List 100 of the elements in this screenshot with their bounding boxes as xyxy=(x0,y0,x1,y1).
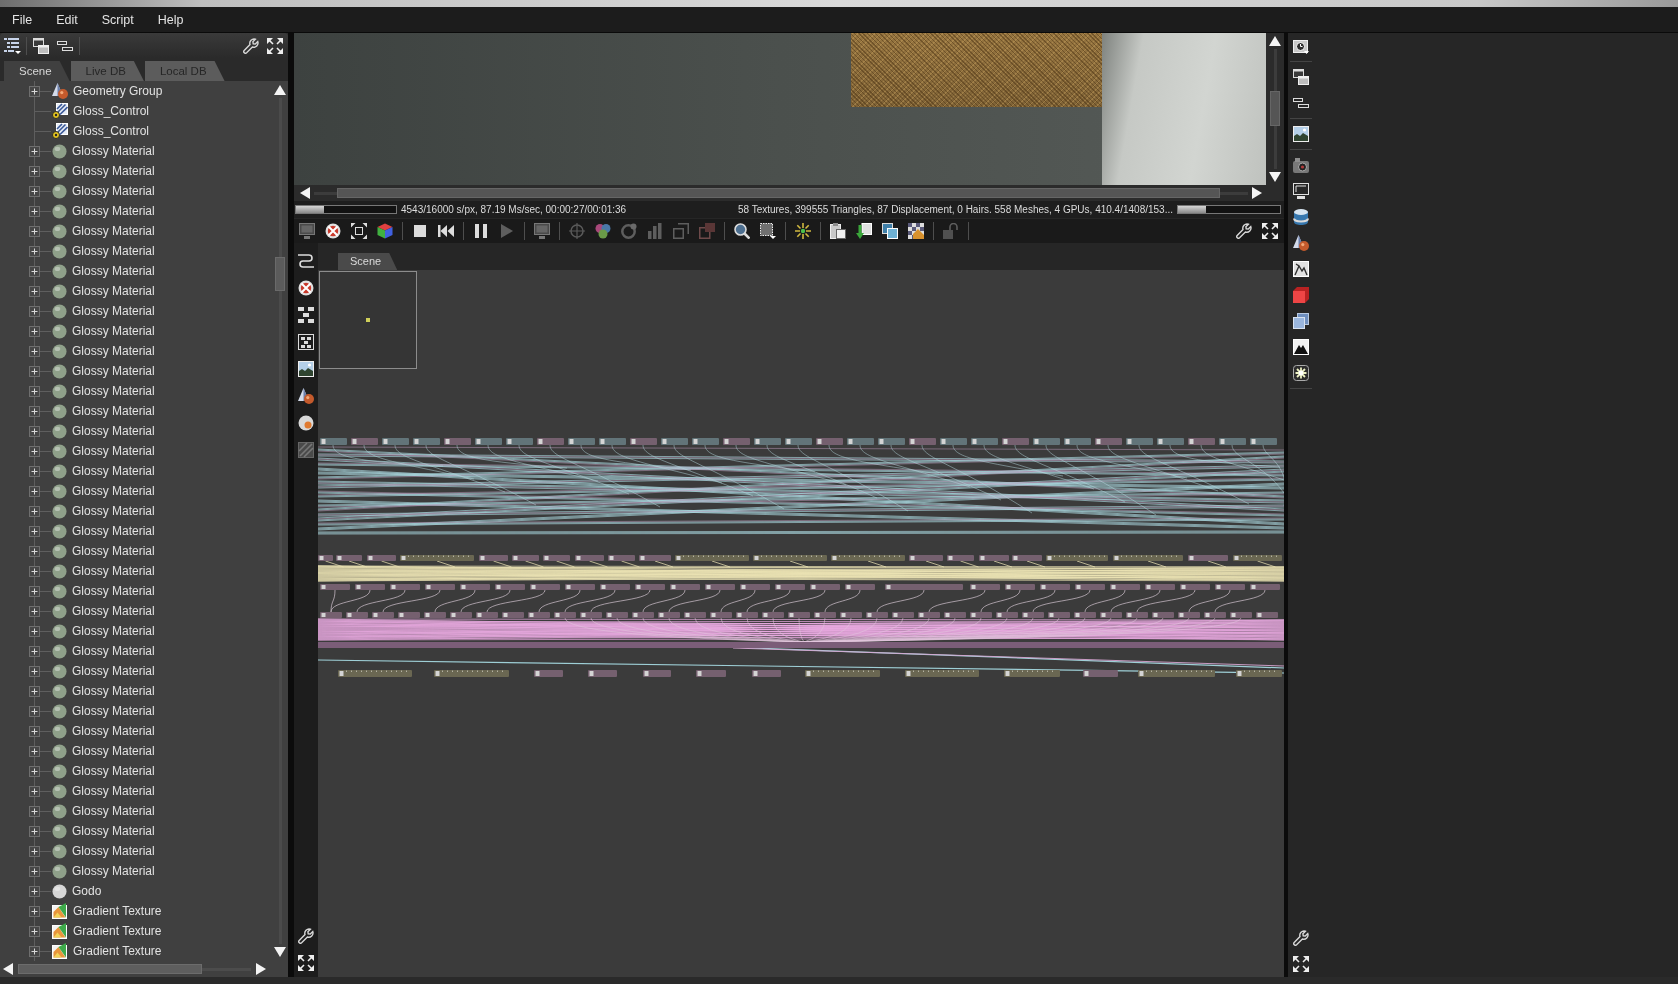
tree-item[interactable]: Glossy Material xyxy=(52,182,155,200)
wrench-icon[interactable] xyxy=(1236,223,1252,239)
tree-item[interactable]: Glossy Material xyxy=(52,562,155,580)
cone-sphere-icon[interactable] xyxy=(298,387,314,404)
expand-icon[interactable] xyxy=(29,385,40,397)
graph-node[interactable] xyxy=(1230,612,1252,618)
zigzag-square-icon[interactable] xyxy=(1293,261,1309,277)
scrollbar[interactable] xyxy=(294,185,1284,201)
graph-node[interactable] xyxy=(1022,612,1044,618)
mountain-picture-icon[interactable] xyxy=(1293,339,1309,355)
scroll-down-icon[interactable] xyxy=(274,947,286,957)
graph-node[interactable] xyxy=(885,584,963,590)
stacked-bars-icon[interactable] xyxy=(57,40,73,51)
graph-node[interactable] xyxy=(400,555,474,561)
graph-node[interactable] xyxy=(847,438,874,445)
graph-node[interactable] xyxy=(675,555,749,561)
menu-item[interactable]: Help xyxy=(145,10,196,29)
graph-node[interactable] xyxy=(947,555,974,561)
frame-square-icon[interactable] xyxy=(699,223,715,239)
graph-node[interactable] xyxy=(413,438,440,445)
tree-item[interactable]: Gradient Texture xyxy=(52,942,162,960)
nodes-icon[interactable] xyxy=(298,306,314,323)
expand-icon[interactable] xyxy=(29,185,40,197)
expand-icon[interactable] xyxy=(29,225,40,237)
scrollbar[interactable] xyxy=(0,961,288,977)
stacked-bars-icon[interactable] xyxy=(1293,98,1309,108)
tree-item[interactable]: Gradient Texture xyxy=(52,922,162,940)
graph-node[interactable] xyxy=(840,612,862,618)
tree-item[interactable]: Glossy Material xyxy=(52,402,155,420)
graph-node[interactable] xyxy=(346,612,368,618)
expand-icon[interactable] xyxy=(29,265,40,277)
tree-item[interactable]: Glossy Material xyxy=(52,442,155,460)
tree-item[interactable]: Glossy Material xyxy=(52,422,155,440)
graph-node[interactable] xyxy=(382,438,409,445)
expand-icon[interactable] xyxy=(29,605,40,617)
play-icon[interactable] xyxy=(501,224,513,238)
graph-node[interactable] xyxy=(1074,612,1096,618)
graph-node[interactable] xyxy=(1152,612,1174,618)
tree-item[interactable]: Glossy Material xyxy=(52,462,155,480)
graph-node[interactable] xyxy=(814,612,836,618)
ball-icon[interactable] xyxy=(298,414,314,431)
tree-item[interactable]: Geometry Group xyxy=(52,82,163,100)
graph-node[interactable] xyxy=(338,670,412,677)
scroll-left-icon[interactable] xyxy=(300,187,310,199)
graph-node[interactable] xyxy=(506,438,533,445)
scrollbar-thumb[interactable] xyxy=(337,188,1220,198)
graph-node[interactable] xyxy=(810,584,840,590)
graph-node[interactable] xyxy=(1110,584,1140,590)
graph-node[interactable] xyxy=(845,584,875,590)
scrollbar-thumb[interactable] xyxy=(275,257,285,291)
graph-node[interactable] xyxy=(866,612,888,618)
expand-icon[interactable] xyxy=(29,745,40,757)
tree-item[interactable]: Glossy Material xyxy=(52,662,155,680)
graph-node[interactable] xyxy=(1040,584,1070,590)
cube-icon[interactable] xyxy=(377,223,393,239)
padlock-icon[interactable] xyxy=(943,223,959,239)
tree-item[interactable]: Glossy Material xyxy=(52,382,155,400)
skip-back-icon[interactable] xyxy=(438,225,454,237)
graph-node[interactable] xyxy=(320,438,347,445)
magnifier-icon[interactable] xyxy=(734,223,750,239)
graph-node[interactable] xyxy=(643,670,671,677)
graph-node[interactable] xyxy=(450,612,472,618)
landscape-picture-icon[interactable] xyxy=(298,360,314,377)
document-arrow-icon[interactable] xyxy=(856,223,872,239)
graph-node[interactable] xyxy=(476,612,498,618)
graph-node[interactable] xyxy=(502,612,524,618)
expand-icon[interactable] xyxy=(29,445,40,457)
tree-item[interactable]: Glossy Material xyxy=(52,642,155,660)
camera-icon[interactable] xyxy=(1293,157,1309,173)
expand-icon[interactable] xyxy=(29,685,40,697)
scrollbar-thumb[interactable] xyxy=(1270,91,1280,126)
graph-node[interactable] xyxy=(554,612,576,618)
pause-icon[interactable] xyxy=(475,224,487,238)
graph-node[interactable] xyxy=(970,584,1000,590)
cone-sphere-icon[interactable] xyxy=(1293,235,1309,251)
expand-icon[interactable] xyxy=(29,905,40,917)
graph-node[interactable] xyxy=(762,612,784,618)
graph-node[interactable] xyxy=(1233,555,1282,561)
fullscreen-icon[interactable] xyxy=(267,37,283,54)
expand-icon[interactable] xyxy=(29,645,40,657)
graph-node[interactable] xyxy=(670,584,700,590)
tree-item[interactable]: Glossy Material xyxy=(52,502,155,520)
wrench-icon[interactable] xyxy=(243,37,259,54)
graph-node[interactable] xyxy=(692,438,719,445)
graph-node[interactable] xyxy=(1064,438,1091,445)
graph-node[interactable] xyxy=(588,670,617,677)
expand-icon[interactable] xyxy=(29,285,40,297)
starburst-icon[interactable] xyxy=(1293,365,1309,381)
graph-node[interactable] xyxy=(753,555,827,561)
graph-node[interactable] xyxy=(909,555,943,561)
graph-node[interactable] xyxy=(816,438,843,445)
windows-icon[interactable] xyxy=(33,37,49,54)
graph-node[interactable] xyxy=(1204,612,1226,618)
graph-node[interactable] xyxy=(1004,670,1060,677)
expand-icon[interactable] xyxy=(29,365,40,377)
graph-node[interactable] xyxy=(971,438,998,445)
graph-node[interactable] xyxy=(1250,584,1280,590)
graph-node[interactable] xyxy=(1188,438,1215,445)
graph-node[interactable] xyxy=(367,555,396,561)
wrench-icon[interactable] xyxy=(298,927,314,944)
